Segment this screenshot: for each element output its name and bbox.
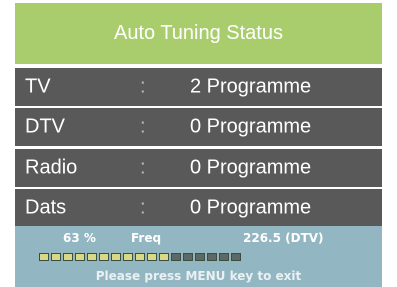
row-separator: : (140, 196, 146, 219)
progress-segment-empty (183, 253, 193, 261)
freq-label: Freq (131, 231, 162, 245)
row-tv: TV : 2 Programme (15, 68, 382, 106)
progress-segment-empty (219, 253, 229, 261)
row-separator: : (140, 75, 146, 98)
progress-segment-filled (159, 253, 169, 261)
status-bar: 63 % Freq 226.5 (DTV) Please press MENU … (15, 226, 382, 287)
row-radio: Radio : 0 Programme (15, 149, 382, 187)
progress-segment-empty (231, 253, 241, 261)
row-dtv: DTV : 0 Programme (15, 108, 382, 146)
exit-hint: Please press MENU key to exit (95, 269, 302, 283)
progress-segment-empty (171, 253, 181, 261)
row-label: DTV (25, 115, 65, 138)
progress-segment-empty (195, 253, 205, 261)
row-value: 0 Programme (190, 196, 312, 219)
row-label: Radio (25, 156, 78, 179)
progress-segment-filled (135, 253, 145, 261)
row-label: Dats (25, 196, 67, 219)
progress-segment-empty (207, 253, 217, 261)
progress-segment-filled (123, 253, 133, 261)
progress-segment-filled (39, 253, 49, 261)
row-label: TV (25, 75, 51, 98)
progress-segment-filled (51, 253, 61, 261)
progress-percent: 63 % (63, 231, 96, 245)
progress-bar (39, 253, 241, 261)
progress-segment-filled (75, 253, 85, 261)
row-value: 2 Programme (190, 75, 312, 98)
row-separator: : (140, 115, 146, 138)
row-value: 0 Programme (190, 115, 312, 138)
row-dats: Dats : 0 Programme (15, 189, 382, 227)
progress-segment-filled (111, 253, 121, 261)
progress-segment-filled (99, 253, 109, 261)
panel-title: Auto Tuning Status (15, 3, 382, 64)
auto-tuning-panel: Auto Tuning Status TV : 2 Programme DTV … (15, 3, 382, 287)
row-separator: : (140, 156, 146, 179)
freq-value: 226.5 (DTV) (243, 231, 324, 245)
row-value: 0 Programme (190, 156, 312, 179)
progress-segment-filled (87, 253, 97, 261)
progress-segment-filled (63, 253, 73, 261)
progress-segment-filled (147, 253, 157, 261)
